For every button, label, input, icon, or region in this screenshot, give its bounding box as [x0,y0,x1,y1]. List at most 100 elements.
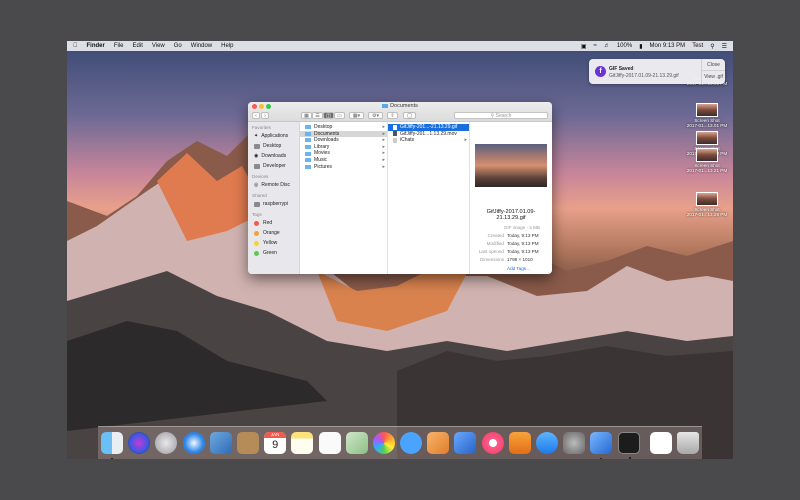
mail-icon[interactable] [209,432,232,454]
notification-center-icon[interactable]: ☰ [722,43,727,50]
back-button[interactable]: ‹ [252,112,260,119]
view-icons-button[interactable]: ▦ [301,112,312,119]
screenshot-thumbnail [696,148,718,162]
ibooks-icon[interactable] [508,432,531,454]
contacts-icon[interactable] [236,432,259,454]
xcode-icon[interactable] [590,432,613,459]
battery-icon[interactable]: ▮ [639,43,642,50]
sidebar-header-favorites: Favorites [252,125,271,130]
menu-window[interactable]: Window [191,43,212,49]
launchpad-icon[interactable] [155,432,178,454]
battery-text[interactable]: 100% [617,43,632,49]
chevron-right-icon: ▸ [382,124,385,130]
finder-window: Documents ‹ › ▦ ☰ ◫ ▭ ▦▾ ⚙▾ ⇧ ◯ ⚲ Search… [248,102,552,274]
list-item[interactable]: Pictures ▸ [300,164,387,171]
sidebar-item-developer[interactable]: Developer [248,161,299,171]
folder-icon [305,151,311,156]
photos-icon[interactable] [372,432,395,454]
menu-view[interactable]: View [152,43,165,49]
volume-icon[interactable]: ♬ [604,43,610,49]
messages-icon[interactable] [400,432,423,454]
list-item[interactable]: Library ▸ [300,144,387,151]
share-button[interactable]: ⇧ [387,112,398,119]
menu-finder[interactable]: Finder [87,43,105,49]
preview-filename: GifJiffy-2017.01.09-21.13.29.gif [486,209,536,221]
menu-help[interactable]: Help [221,43,233,49]
menu-go[interactable]: Go [174,43,182,49]
search-input[interactable]: ⚲ Search [454,112,548,119]
view-list-button[interactable]: ☰ [312,112,323,119]
folder-icon [393,137,397,143]
wifi-icon[interactable]: ≈ [594,43,597,49]
menubar:  Finder File Edit View Go Window Help ▣… [67,41,733,51]
list-item[interactable]: Movies ▸ [300,150,387,157]
tag-dot-icon [254,220,259,226]
clock[interactable]: Mon 9:13 PM [650,43,686,49]
notes-icon[interactable] [291,432,314,454]
chevron-right-icon: ▸ [382,156,385,163]
gifjiffy-dock-icon[interactable] [649,432,672,454]
view-columns-button[interactable]: ◫ [323,112,334,119]
spotlight-icon[interactable]: ⚲ [710,43,714,50]
sidebar-item-desktop[interactable]: Desktop [248,141,299,151]
preview-created: Created Today, 9:13 PM [487,233,539,238]
menu-file[interactable]: File [114,43,124,49]
sidebar-item-remote-disc[interactable]: ◎ Remote Disc [248,180,299,190]
preview-last-opened: Last opened Today, 9:13 PM [478,249,539,254]
siri-icon[interactable] [128,432,151,454]
sidebar-tag-yellow[interactable]: Yellow [248,238,299,248]
sidebar-header-devices: Devices [252,174,269,179]
notification-gif-saved[interactable]: f GIF Saved GifJiffy-2017.01.09-21.13.29… [589,59,725,84]
maps-icon[interactable] [345,432,368,454]
list-item[interactable]: Music ▸ [300,157,387,164]
menu-edit[interactable]: Edit [133,43,143,49]
add-tags-link[interactable]: Add Tags... [507,266,530,271]
group-by-button[interactable]: ▦▾ [349,112,364,119]
safari-icon[interactable] [182,432,205,454]
sidebar-tag-red[interactable]: Red [248,218,299,228]
forward-button[interactable]: › [261,112,269,119]
reminders-icon[interactable] [318,432,341,454]
action-gear-button[interactable]: ⚙▾ [368,112,383,119]
sidebar-tag-green[interactable]: Green [248,248,299,258]
list-item[interactable]: Desktop ▸ [300,124,387,131]
list-item[interactable]: Documents ▸ [300,130,387,138]
notification-view-button[interactable]: View .gif [702,71,725,83]
system-preferences-icon[interactable] [563,432,586,454]
gifjiffy-status-icon[interactable]: ▣ [581,43,587,50]
keynote-icon[interactable] [454,432,477,454]
apple-menu-icon[interactable]:  [73,43,78,49]
folder-icon [305,125,311,130]
trash-icon[interactable] [676,432,699,454]
list-item[interactable]: Downloads ▸ [300,137,387,144]
gifjiffy-app-icon: f [595,66,606,77]
notification-close-button[interactable]: Close [702,59,725,71]
sidebar-item-downloads[interactable]: ◉ Downloads [248,151,299,161]
window-title: Documents [390,103,418,109]
list-item[interactable]: iChats ▸ [388,137,469,144]
sidebar-item-raspberrypi[interactable]: raspberrypi [248,199,299,209]
itunes-icon[interactable] [481,432,504,454]
screenshot-thumbnail [696,192,718,206]
list-item[interactable]: GifJiffy-201...-21.13.29.gif [388,124,469,131]
desktop-icon-screenshot[interactable]: Screen Shot 2017-01...13.01 PM [685,103,729,128]
folder-icon [305,145,311,150]
desktop-icon-screenshot[interactable]: Screen Shot 2017-01...13.28 PM [685,192,729,217]
calendar-icon[interactable]: JAN 9 [264,432,287,454]
preview-pane: GifJiffy-2017.01.09-21.13.29.gif GIF ima… [470,122,552,274]
app-store-icon[interactable] [536,432,558,454]
user-name[interactable]: Test [692,43,703,49]
folder-icon [305,131,311,136]
pages-icon[interactable] [427,432,450,454]
desktop-icon-screenshot[interactable]: Screen Shot 2017-01...13.21 PM [685,148,729,173]
notification-subtitle: GifJiffy-2017.01.09-21.13.29.gif [609,73,679,79]
list-item[interactable]: GifJiffy-201...1.13.29.mov [388,131,469,138]
screenshot-thumbnail [696,131,718,145]
sidebar-item-applications[interactable]: ✦ Applications [248,131,299,141]
finder-icon[interactable] [101,432,123,459]
terminal-icon[interactable] [617,432,640,459]
tag-dot-icon [254,230,259,236]
view-coverflow-button[interactable]: ▭ [334,112,345,119]
edit-tags-button[interactable]: ◯ [403,112,416,119]
sidebar-tag-orange[interactable]: Orange [248,228,299,238]
